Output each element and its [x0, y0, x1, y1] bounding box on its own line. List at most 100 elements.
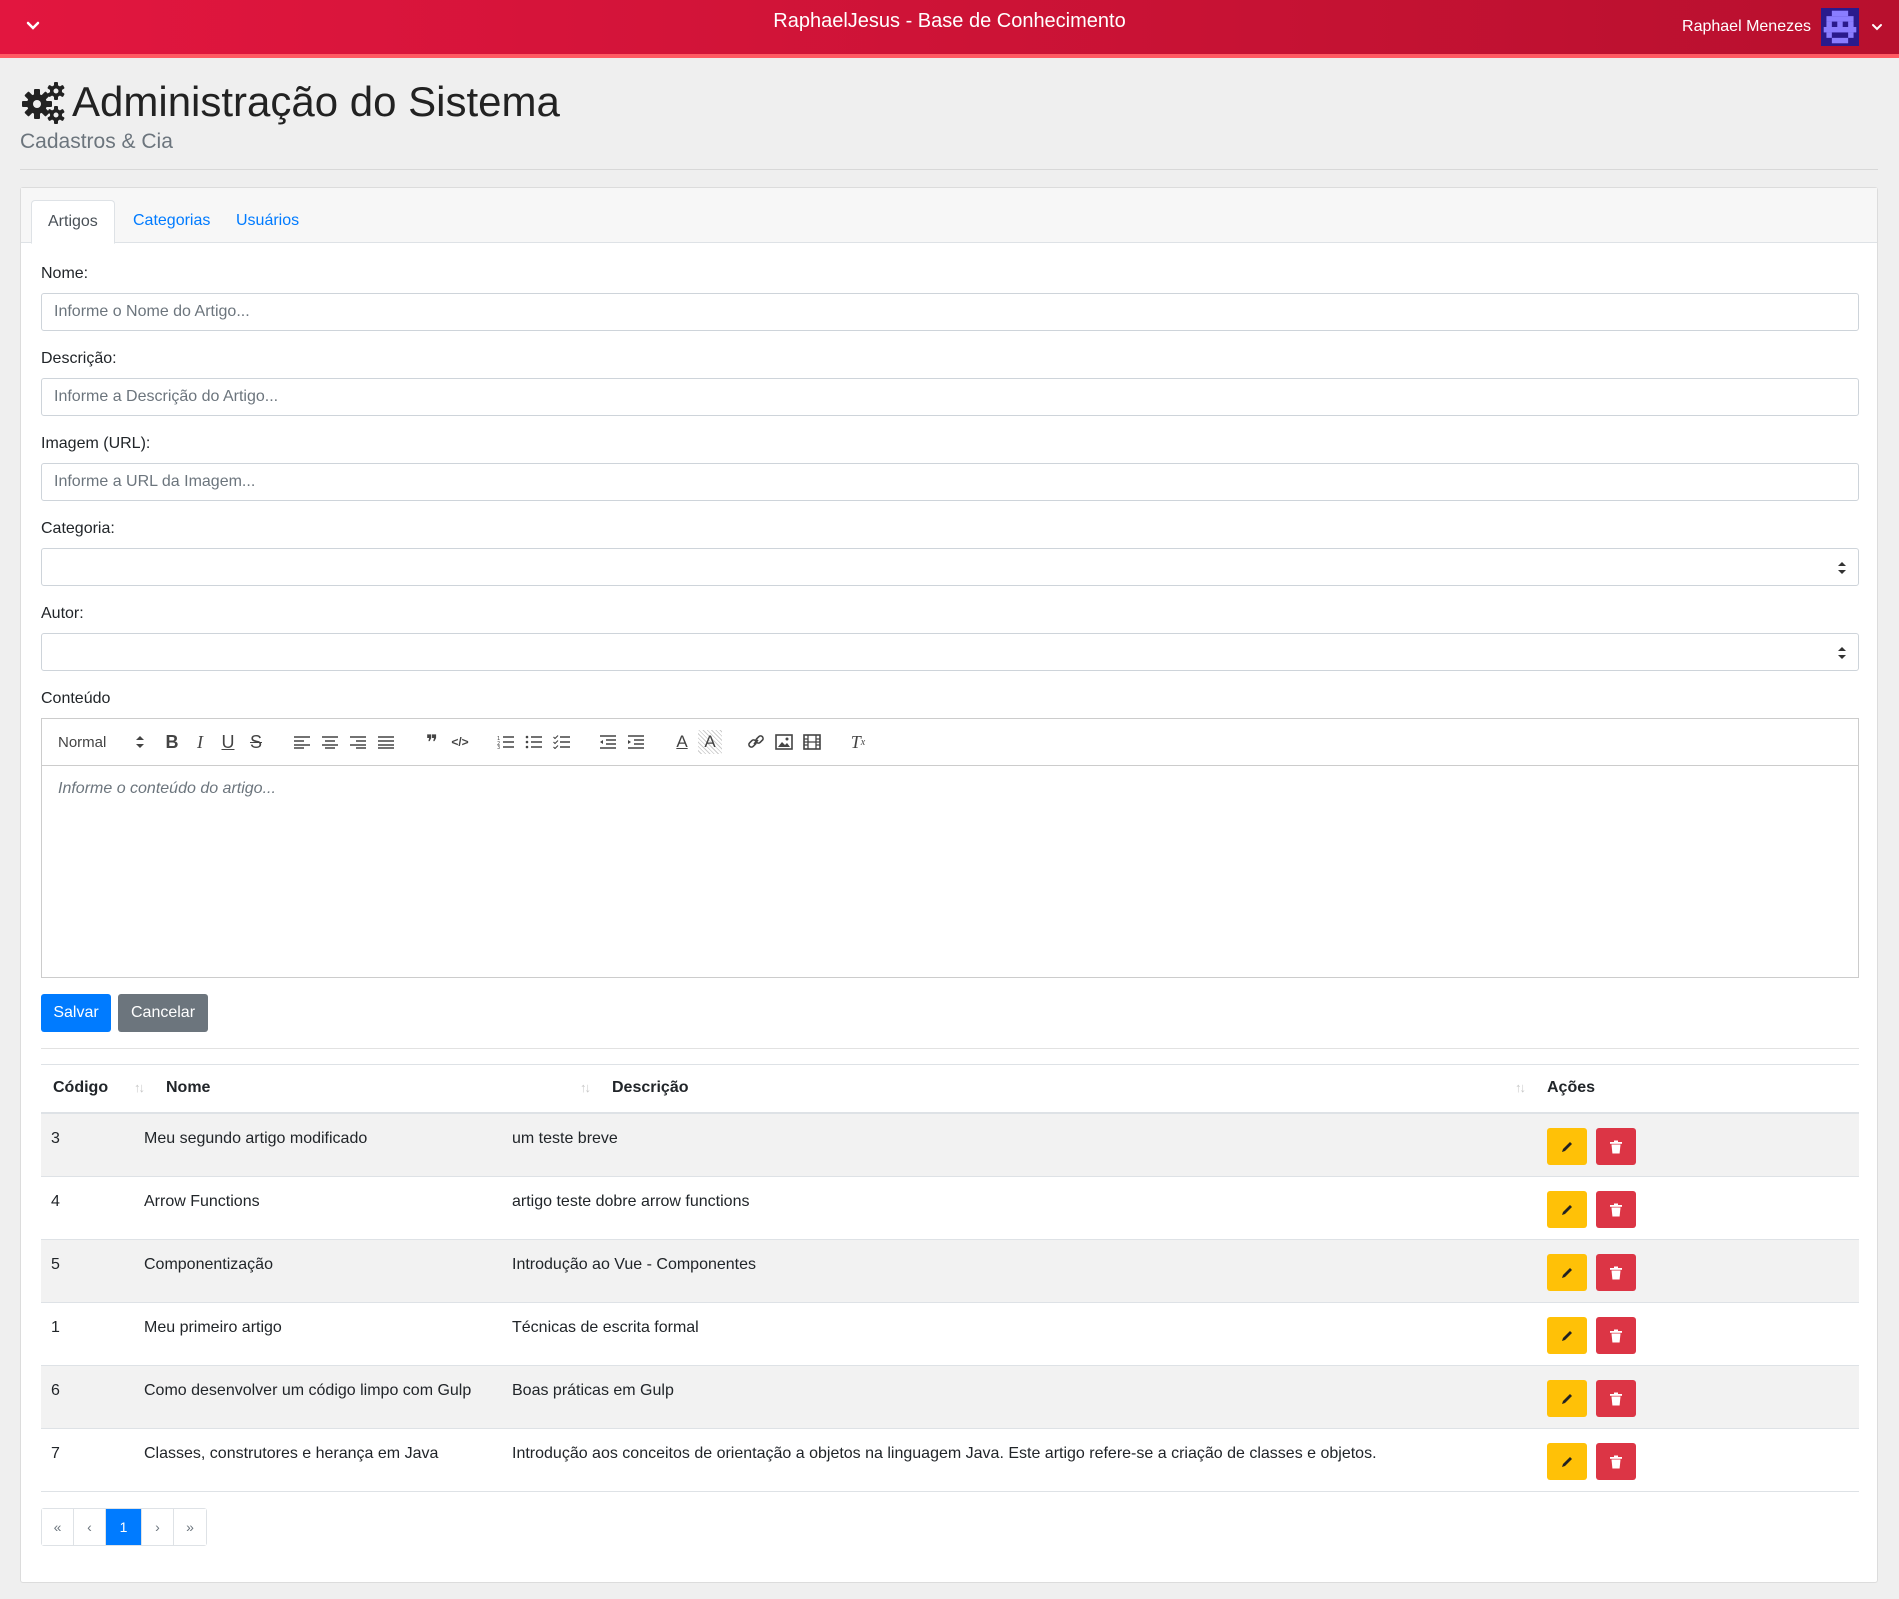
cell-description: Boas práticas em Gulp	[512, 1382, 674, 1399]
cell-name: Como desenvolver um código limpo com Gul…	[144, 1382, 472, 1399]
align-left-icon[interactable]	[290, 730, 314, 754]
table-row: 4 Arrow Functions artigo teste dobre arrow…	[41, 1177, 1859, 1240]
sort-icon[interactable]: ↑↓	[580, 1080, 591, 1095]
pagination: « ‹ 1 › »	[41, 1508, 207, 1546]
align-center-icon[interactable]	[318, 730, 342, 754]
image-url-label: Imagem (URL):	[41, 435, 151, 452]
editor-content-area[interactable]: Informe o conteúdo do artigo...	[42, 766, 1858, 812]
form-divider	[41, 1048, 1859, 1049]
tab-artigos[interactable]: Artigos	[31, 200, 115, 244]
cell-name: Classes, construtores e herança em Java	[144, 1445, 439, 1462]
sort-icon[interactable]: ↑↓	[1515, 1080, 1526, 1095]
category-select[interactable]	[41, 548, 1859, 586]
cell-code: 3	[51, 1130, 60, 1147]
bullet-list-icon[interactable]	[522, 730, 546, 754]
save-button[interactable]: Salvar	[41, 994, 111, 1032]
cancel-button[interactable]: Cancelar	[118, 994, 208, 1032]
content-label: Conteúdo	[41, 690, 111, 707]
indent-icon[interactable]	[624, 730, 648, 754]
text-color-icon[interactable]: A	[670, 730, 694, 754]
cell-description: Introdução aos conceitos de orientação a…	[512, 1445, 1377, 1462]
image-url-input[interactable]	[41, 463, 1859, 501]
header-acoes: Ações	[1547, 1079, 1596, 1096]
rich-text-editor: Normal B I U S ❞ </> 123 A A T x Informe…	[41, 718, 1859, 978]
ordered-list-icon[interactable]: 123	[494, 730, 518, 754]
admin-card: Artigos Categorias Usuários Nome: Descri…	[20, 187, 1878, 1583]
page-title-block: Administração do Sistema	[20, 78, 560, 126]
tab-usuarios[interactable]: Usuários	[220, 200, 315, 244]
align-right-icon[interactable]	[346, 730, 370, 754]
cell-name: Meu segundo artigo modificado	[144, 1130, 368, 1147]
cell-code: 6	[51, 1382, 60, 1399]
delete-button[interactable]	[1596, 1317, 1636, 1354]
background-color-icon[interactable]: A	[698, 730, 722, 754]
cell-description: um teste breve	[512, 1130, 618, 1147]
edit-button[interactable]	[1547, 1443, 1587, 1480]
trash-icon	[1610, 1140, 1622, 1153]
clear-format-icon[interactable]: Tx	[846, 730, 870, 754]
cell-name: Meu primeiro artigo	[144, 1319, 282, 1336]
delete-button[interactable]	[1596, 1254, 1636, 1291]
header-nome[interactable]: Nome	[166, 1079, 210, 1097]
svg-text:3: 3	[497, 745, 500, 749]
article-description-input[interactable]	[41, 378, 1859, 416]
cell-description: Técnicas de escrita formal	[512, 1319, 699, 1336]
code-icon[interactable]: </>	[448, 730, 472, 754]
trash-icon	[1610, 1203, 1622, 1216]
outdent-icon[interactable]	[596, 730, 620, 754]
name-label: Nome:	[41, 265, 89, 282]
edit-button[interactable]	[1547, 1380, 1587, 1417]
page-first-button[interactable]: «	[42, 1509, 74, 1545]
italic-icon[interactable]: I	[188, 730, 212, 754]
delete-button[interactable]	[1596, 1380, 1636, 1417]
link-icon[interactable]	[744, 730, 768, 754]
header-descricao[interactable]: Descrição	[612, 1079, 689, 1097]
underline-icon[interactable]: U	[216, 730, 240, 754]
delete-button[interactable]	[1596, 1191, 1636, 1228]
cell-code: 7	[51, 1445, 60, 1462]
tab-categorias[interactable]: Categorias	[117, 200, 226, 244]
cell-description: Introdução ao Vue - Componentes	[512, 1256, 757, 1273]
strikethrough-icon[interactable]: S	[244, 730, 268, 754]
cogs-icon	[22, 82, 65, 124]
pencil-icon	[1562, 1204, 1572, 1215]
cell-code: 5	[51, 1256, 60, 1273]
edit-button[interactable]	[1547, 1254, 1587, 1291]
page-last-button[interactable]: »	[174, 1509, 206, 1545]
checklist-icon[interactable]	[550, 730, 574, 754]
blockquote-icon[interactable]: ❞	[420, 730, 444, 754]
bold-icon[interactable]: B	[160, 730, 184, 754]
trash-icon	[1610, 1455, 1622, 1468]
trash-icon	[1610, 1329, 1622, 1342]
edit-button[interactable]	[1547, 1128, 1587, 1165]
edit-button[interactable]	[1547, 1317, 1587, 1354]
top-header: RaphaelJesus - Base de Conhecimento Raph…	[0, 0, 1899, 58]
table-header: Código ↑↓ Nome ↑↓ Descrição ↑↓ Ações	[41, 1064, 1859, 1114]
page-next-button[interactable]: ›	[142, 1509, 174, 1545]
pixel-avatar-icon	[1821, 8, 1859, 46]
chevron-down-icon	[1872, 24, 1882, 31]
table-row: 6 Como desenvolver um código limpo com Gu…	[41, 1366, 1859, 1429]
page-current-button[interactable]: 1	[106, 1509, 142, 1545]
cell-code: 1	[51, 1319, 60, 1336]
image-icon[interactable]	[772, 730, 796, 754]
articles-table: Código ↑↓ Nome ↑↓ Descrição ↑↓ Ações 3 Me…	[41, 1064, 1859, 1492]
align-justify-icon[interactable]	[374, 730, 398, 754]
user-dropdown[interactable]: Raphael Menezes	[1682, 8, 1885, 46]
page-prev-button[interactable]: ‹	[74, 1509, 106, 1545]
article-name-input[interactable]	[41, 293, 1859, 331]
delete-button[interactable]	[1596, 1443, 1636, 1480]
delete-button[interactable]	[1596, 1128, 1636, 1165]
sort-icon[interactable]: ↑↓	[134, 1080, 145, 1095]
category-label: Categoria:	[41, 520, 115, 537]
format-select[interactable]: Normal	[58, 734, 144, 751]
trash-icon	[1610, 1266, 1622, 1279]
author-select[interactable]	[41, 633, 1859, 671]
table-body: 3 Meu segundo artigo modificado um teste b…	[41, 1114, 1859, 1492]
header-codigo[interactable]: Código	[53, 1079, 108, 1097]
edit-button[interactable]	[1547, 1191, 1587, 1228]
pencil-icon	[1562, 1393, 1572, 1404]
editor-toolbar: Normal B I U S ❞ </> 123 A A T x	[42, 719, 1858, 766]
cell-name: Arrow Functions	[144, 1193, 260, 1210]
video-icon[interactable]	[800, 730, 824, 754]
